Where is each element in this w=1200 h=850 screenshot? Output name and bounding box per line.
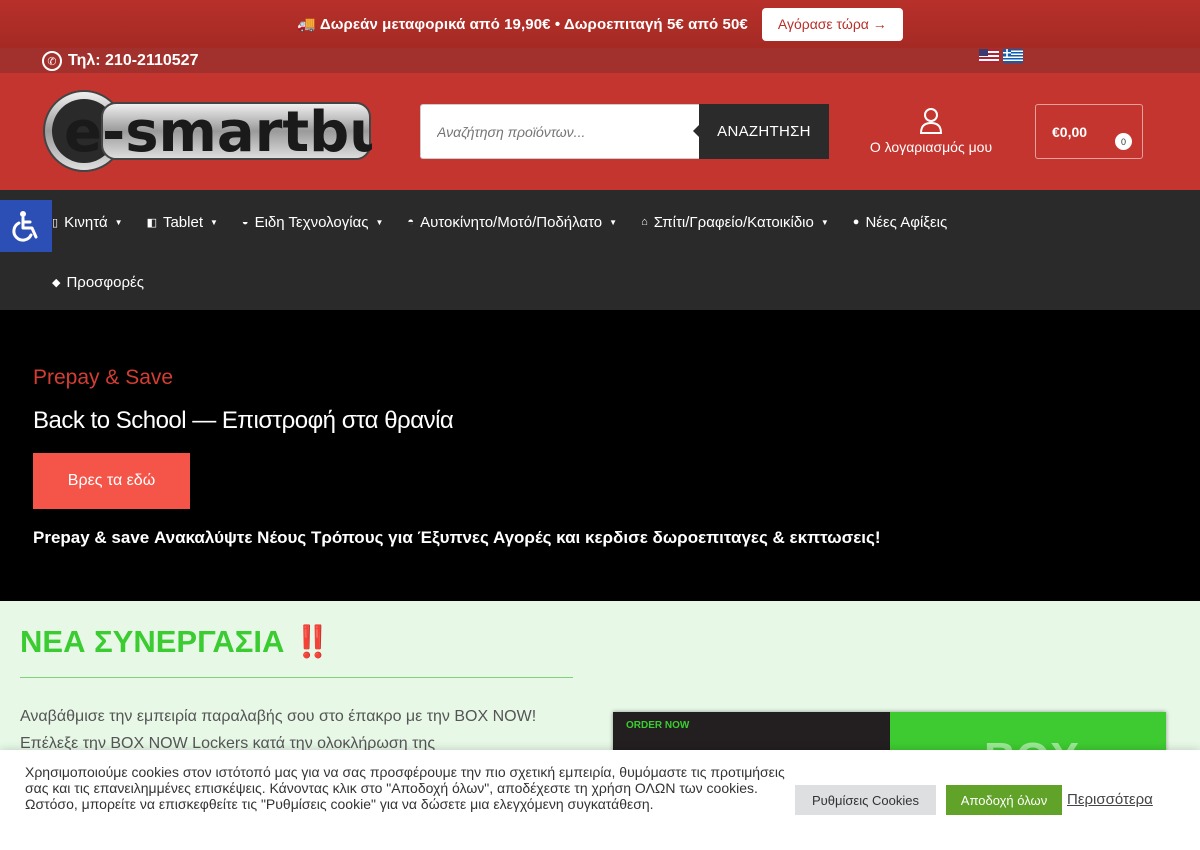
phone-icon: ✆ [42,51,62,71]
nav-label: Αυτοκίνητο/Μοτό/Ποδήλατο [420,213,603,231]
more-info-link[interactable]: Περισσότερα [1067,791,1153,808]
search-bar: ΑΝΑΖΗΤΗΣΗ [420,104,829,159]
phone-number: Τηλ: 210-2110527 [68,52,199,69]
nav-item-tablet[interactable]: ◧ Tablet ▼ [147,212,218,232]
chevron-down-icon: ▼ [609,217,618,227]
cart-count-badge: 0 [1115,133,1132,150]
cookie-banner: Χρησιμοποιούμε cookies στον ιστότοπό μας… [0,750,1200,850]
cookie-text: Χρησιμοποιούμε cookies στον ιστότοπό μας… [25,764,785,812]
chevron-down-icon: ▼ [114,217,123,227]
site-logo[interactable]: e-smartbuy [42,89,372,173]
home-icon: ⌂ [641,216,648,228]
accept-all-button[interactable]: Αποδοχή όλων [946,785,1062,815]
nav-row: ◆ Προσφορές [52,272,168,292]
order-now-label: ORDER NOW [626,720,690,731]
language-switcher [979,49,1023,63]
english-flag-icon[interactable] [979,49,999,63]
hero-subtitle: Prepay & save Ανακαλύψτε Νέους Τρόπους γ… [33,528,881,547]
nav-item-tech[interactable]: ◒ Ειδη Τεχνολογίας ▼ [242,212,383,232]
cart-button[interactable]: €0,00 0 [1035,104,1143,159]
hero-kicker: Prepay & Save [33,366,174,389]
divider [20,677,573,678]
nav-item-offers[interactable]: ◆ Προσφορές [52,272,144,292]
car-icon: ◓ [407,216,415,228]
shop-now-button[interactable]: Αγόρασε τώρα → [761,7,903,41]
nav-item-vehicles[interactable]: ◓ Αυτοκίνητο/Μοτό/Ποδήλατο ▼ [407,212,617,232]
contact-bar: ✆ Τηλ: 210-2110527 [0,48,1200,73]
accessibility-button[interactable] [0,200,52,252]
wheelchair-icon [12,211,38,242]
alert-icon: ● [852,216,860,228]
logo-text: e-smartbuy [64,100,372,165]
partnership-text: Αναβάθμισε την εμπειρία παραλαβής σου στ… [20,708,537,752]
user-icon [919,108,943,134]
account-link[interactable]: Ο λογαριασμός μου [862,107,1000,155]
nav-row: ▯ Κινητά ▼ ◧ Tablet ▼ ◒ Ειδη Τεχνολογίας… [52,212,971,232]
search-input[interactable] [420,104,699,159]
promo-bar: 🚚 Δωρεάν μεταφορικά από 19,90€ • Δωροεπι… [0,0,1200,48]
nav-item-home[interactable]: ⌂ Σπίτι/Γραφείο/Κατοικίδιο ▼ [641,212,829,232]
phone-icon: ▯ [52,216,59,229]
search-button[interactable]: ΑΝΑΖΗΤΗΣΗ [693,104,829,159]
nav-label: Κινητά [64,213,108,231]
nav-item-mobiles[interactable]: ▯ Κινητά ▼ [52,212,123,232]
chevron-down-icon: ▼ [820,217,829,227]
partnership-title: ΝΕΑ ΣΥΝΕΡΓΑΣΙΑ ‼️ [20,624,332,659]
chevron-down-icon: ▼ [210,217,218,227]
nav-label: Ειδη Τεχνολογίας [254,213,369,231]
site-header: e-smartbuy ΑΝΑΖΗΤΗΣΗ Ο λογαριασμός μου €… [0,73,1200,190]
cookie-settings-button[interactable]: Ρυθμίσεις Cookies [795,785,936,815]
nav-label: Σπίτι/Γραφείο/Κατοικίδιο [653,213,814,231]
greek-flag-icon[interactable] [1003,49,1023,63]
promo-text: Δωρεάν μεταφορικά από 19,90€ • Δωροεπιτα… [319,15,748,33]
tag-icon: ◆ [52,276,61,289]
main-navigation: ▯ Κινητά ▼ ◧ Tablet ▼ ◒ Ειδη Τεχνολογίας… [0,190,1200,310]
nav-item-new-arrivals[interactable]: ● Νέες Αφίξεις [853,212,947,232]
hero-banner: Prepay & Save Back to School — Επιστροφή… [0,310,1200,601]
chevron-down-icon: ▼ [375,217,384,227]
hero-title: Back to School — Επιστροφή στα θρανία [33,407,454,434]
tech-icon: ◒ [241,216,249,228]
truck-icon: 🚚 [297,16,316,33]
account-label: Ο λογαριασμός μου [869,139,993,155]
nav-label: Νέες Αφίξεις [865,213,948,231]
cart-total: €0,00 [1052,123,1088,140]
hero-cta-button[interactable]: Βρες τα εδώ [33,453,190,509]
nav-label: Προσφορές [66,273,144,291]
phone-contact[interactable]: ✆ Τηλ: 210-2110527 [42,51,198,71]
tablet-icon: ◧ [146,216,157,229]
nav-label: Tablet [162,213,203,231]
